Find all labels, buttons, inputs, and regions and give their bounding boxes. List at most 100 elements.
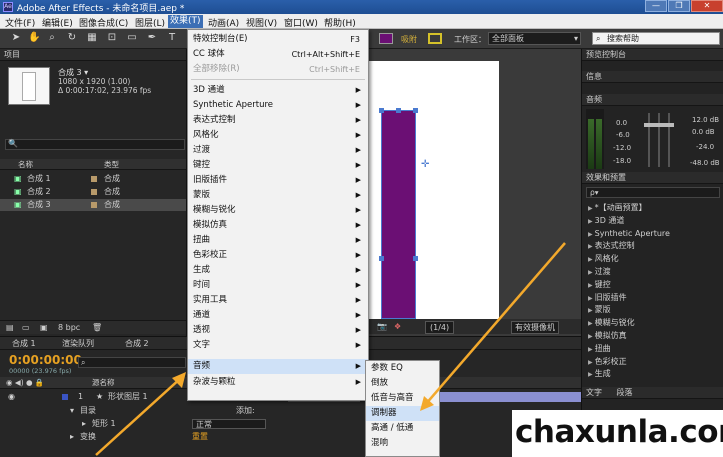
tab-comp-2[interactable]: 合成 2	[125, 337, 149, 350]
timecode-display[interactable]: 0:00:00:00	[9, 353, 82, 367]
rotate-tool-icon[interactable]: ↻	[66, 32, 78, 44]
pan-behind-tool-icon[interactable]: ⊡	[106, 32, 118, 44]
menu-item-bass-treble[interactable]: 低音与高音	[366, 391, 439, 406]
tree-item[interactable]: ▶ 模拟仿真	[588, 330, 723, 343]
menu-item-time[interactable]: 时间 ▶	[188, 278, 368, 293]
selection-tool-icon[interactable]: ➤	[10, 32, 22, 44]
table-row[interactable]: ▾ 目录 添加:	[0, 405, 368, 417]
menu-item-stylize[interactable]: 风格化 ▶	[188, 128, 368, 143]
menu-item-generate[interactable]: 生成 ▶	[188, 263, 368, 278]
minimize-button[interactable]: —	[645, 0, 667, 12]
menu-window[interactable]: 窗口(W)	[284, 16, 318, 29]
resolution-select[interactable]: (1/4)	[425, 321, 455, 334]
rectangle-tool-icon[interactable]: ▭	[126, 32, 138, 44]
tree-item[interactable]: ▶ 旧版插件	[588, 292, 723, 305]
menu-item-color-correction[interactable]: 色彩校正 ▶	[188, 248, 368, 263]
chevron-right-icon[interactable]: ▸	[82, 418, 86, 430]
timeline-search-input[interactable]: ⌕	[78, 357, 186, 368]
menu-item-backwards[interactable]: 倒放	[366, 376, 439, 391]
col-type[interactable]: 类型	[104, 159, 119, 170]
stroke-color-swatch[interactable]	[428, 33, 442, 44]
visibility-icon[interactable]: ◉	[8, 391, 15, 403]
tab-comp-1[interactable]: 合成 1	[12, 337, 36, 350]
help-search-input[interactable]: ⌕ 搜索帮助	[592, 32, 720, 45]
col-name[interactable]: 名称	[18, 159, 33, 170]
effects-search-input[interactable]: ρ▾	[586, 187, 720, 198]
tree-item[interactable]: ▶ 色彩校正	[588, 356, 723, 369]
maximize-button[interactable]: ❐	[668, 0, 690, 12]
chevron-down-icon[interactable]: ▾	[70, 405, 74, 417]
preview-panel-header[interactable]: 预览控制台	[582, 49, 723, 61]
workspace-select[interactable]: 全部面板 ▾	[488, 32, 581, 45]
menu-item-obsolete[interactable]: 旧版插件 ▶	[188, 173, 368, 188]
menu-view[interactable]: 视图(V)	[246, 16, 277, 29]
delete-icon[interactable]: 🗑	[92, 321, 102, 335]
tree-item[interactable]: ▶ 模糊与锐化	[588, 317, 723, 330]
tree-item[interactable]: ▶ Synthetic Aperture	[588, 228, 723, 241]
menu-item-distort[interactable]: 扭曲 ▶	[188, 233, 368, 248]
col-source-name[interactable]: 源名称	[92, 377, 115, 389]
comp-canvas[interactable]: ✛	[369, 61, 499, 319]
menu-item-synthetic-aperture[interactable]: Synthetic Aperture ▶	[188, 98, 368, 113]
menu-item-matte[interactable]: 蒙版 ▶	[188, 188, 368, 203]
pen-tool-icon[interactable]: ✒	[146, 32, 158, 44]
new-folder-icon[interactable]: ▭	[22, 321, 30, 335]
menu-item-blur-sharpen[interactable]: 模糊与锐化 ▶	[188, 203, 368, 218]
list-item[interactable]: ▣ 合成 3 合成	[0, 199, 186, 211]
tab-text[interactable]: 文字	[586, 388, 602, 397]
text-tool-icon[interactable]: T	[166, 32, 178, 44]
anchor-point-icon[interactable]: ✛	[421, 159, 429, 170]
menu-item-perspective[interactable]: 透视 ▶	[188, 323, 368, 338]
menu-item-keying[interactable]: 键控 ▶	[188, 158, 368, 173]
audio-sliders[interactable]	[642, 113, 682, 167]
tree-item[interactable]: ▶ *【动画预置】	[588, 202, 723, 215]
hand-tool-icon[interactable]: ✋	[28, 32, 40, 44]
add-property-button[interactable]: 添加:	[236, 405, 255, 417]
reset-link[interactable]: 重置	[192, 431, 208, 443]
effects-panel-header[interactable]: 效果和预置	[582, 172, 723, 184]
menu-item-remove-all[interactable]: 全部移除(R) Ctrl+Shift+E	[188, 62, 368, 77]
list-item[interactable]: ▣ 合成 1 合成	[0, 173, 186, 185]
tree-item[interactable]: ▶ 表达式控制	[588, 240, 723, 253]
menu-help[interactable]: 帮助(H)	[324, 16, 356, 29]
menu-item-highpass-lowpass[interactable]: 高通 / 低通	[366, 421, 439, 436]
menu-item-channel[interactable]: 通道 ▶	[188, 308, 368, 323]
menu-item-noise-grain[interactable]: 杂波与颗粒 ▶	[188, 375, 368, 390]
tree-item[interactable]: ▶ 扭曲	[588, 343, 723, 356]
menu-item-cc-sphere[interactable]: CC 球体 Ctrl+Alt+Shift+E	[188, 47, 368, 62]
tree-item[interactable]: ▶ 过渡	[588, 266, 723, 279]
close-button[interactable]: ✕	[691, 0, 723, 12]
tree-item[interactable]: ▶ 3D 通道	[588, 215, 723, 228]
menu-item-expression-controls[interactable]: 表达式控制 ▶	[188, 113, 368, 128]
rectangle-shape-layer[interactable]	[379, 108, 418, 319]
tab-render-queue[interactable]: 渲染队列	[62, 337, 94, 350]
tree-item[interactable]: ▶ 生成	[588, 368, 723, 381]
menu-item-effect-controls[interactable]: 特效控制台(E) F3	[188, 32, 368, 47]
tree-item[interactable]: ▶ 风格化	[588, 253, 723, 266]
menu-item-audio[interactable]: 音频 ▶	[188, 359, 368, 374]
list-item[interactable]: ▣ 合成 2 合成	[0, 186, 186, 198]
menu-animation[interactable]: 动画(A)	[208, 16, 239, 29]
menu-item-modulator[interactable]: 调制器	[366, 406, 439, 421]
info-panel-header[interactable]: 信息	[582, 71, 723, 83]
menu-layer[interactable]: 图层(L)	[135, 16, 165, 29]
bpc-label[interactable]: 8 bpc	[58, 321, 80, 335]
menu-item-reverb[interactable]: 混响	[366, 436, 439, 451]
menu-item-transition[interactable]: 过渡 ▶	[188, 143, 368, 158]
interpret-footage-icon[interactable]: ▤	[6, 321, 14, 335]
tab-paragraph[interactable]: 段落	[617, 388, 633, 397]
menu-item-utility[interactable]: 实用工具 ▶	[188, 293, 368, 308]
table-row[interactable]: ▸ 矩形 1 正常	[0, 418, 368, 430]
chevron-right-icon[interactable]: ▸	[70, 431, 74, 443]
tree-item[interactable]: ▶ 键控	[588, 279, 723, 292]
color-channel-icon[interactable]: ❖	[394, 319, 401, 334]
audio-panel-header[interactable]: 音频	[582, 94, 723, 106]
snapshot-icon[interactable]: 📷	[377, 319, 387, 334]
table-row[interactable]: ▸ 变换 重置	[0, 431, 368, 443]
layer-name[interactable]: 形状图层 1	[108, 391, 148, 403]
menu-item-text[interactable]: 文字 ▶	[188, 338, 368, 353]
menu-item-3d-channel[interactable]: 3D 通道 ▶	[188, 83, 368, 98]
menu-effect[interactable]: 效果(T)	[168, 15, 203, 28]
menu-file[interactable]: 文件(F)	[5, 16, 35, 29]
camera-tool-icon[interactable]: ▦	[86, 32, 98, 44]
